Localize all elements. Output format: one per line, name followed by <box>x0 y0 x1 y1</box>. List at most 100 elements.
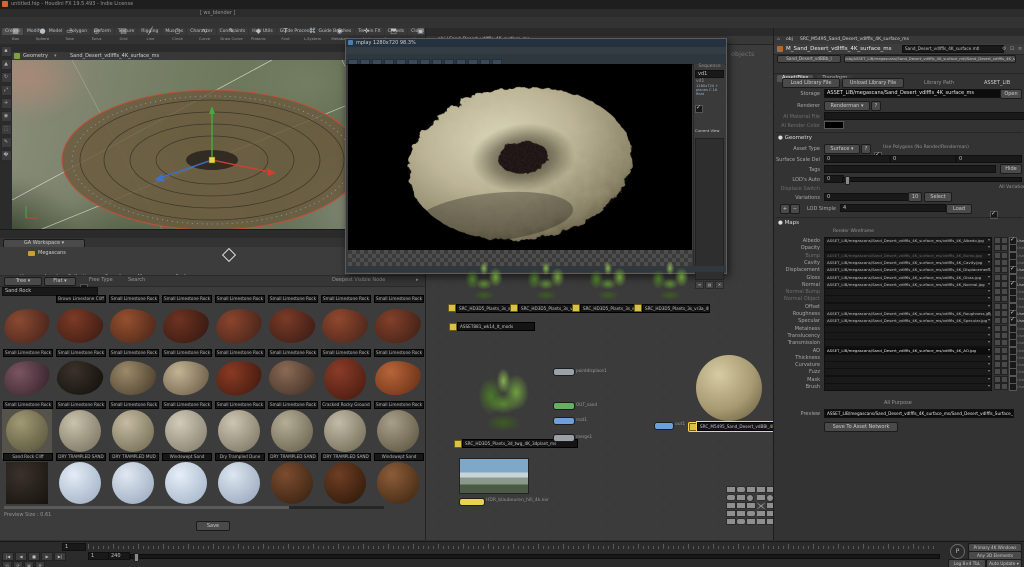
map-expand-icon[interactable]: ▾ <box>988 259 990 264</box>
sphere-node-thumbnail[interactable] <box>696 355 762 421</box>
node-shape-option[interactable] <box>746 502 756 509</box>
map-file-browse-icon[interactable] <box>994 259 1001 266</box>
tree-view-dropdown[interactable]: Tree ▾ <box>4 277 42 286</box>
current-frame-field[interactable]: 1 <box>62 543 86 551</box>
translate-tool-icon[interactable]: ▲ <box>1 59 12 70</box>
viewport-node-path[interactable]: Sand_Desert_vdlffls_4K_surface_ms <box>70 53 159 59</box>
surface-scale-field[interactable]: 0 <box>890 155 956 163</box>
map-reload-icon[interactable] <box>1001 288 1008 295</box>
node-shape-option[interactable] <box>726 494 736 501</box>
network-node-chip[interactable] <box>553 402 575 410</box>
browser-item[interactable]: Small Limestone Rock <box>55 305 105 355</box>
map-file-browse-icon[interactable] <box>994 325 1001 332</box>
storage-field[interactable]: ASSET_LIB/megascans/Sand_Desert_vdlffls_… <box>824 89 1002 98</box>
browser-item[interactable] <box>161 461 211 505</box>
node-shape-option[interactable] <box>726 486 736 493</box>
geometry-section-header[interactable]: ● Geometry <box>778 135 812 141</box>
map-file-browse-icon[interactable] <box>994 303 1001 310</box>
browser-save-button[interactable]: Save <box>196 521 230 531</box>
map-expand-icon[interactable]: ▾ <box>988 332 990 337</box>
save-to-asset-network-button[interactable]: Save To Asset Network <box>824 422 898 432</box>
network-node[interactable]: SRC_HD3D5_Plants_3s_vr3a_4K_3dplant_ms <box>642 304 710 313</box>
node-shape-option[interactable] <box>756 502 766 510</box>
brush-tool-icon[interactable]: ✎ <box>1 137 12 148</box>
browser-item[interactable]: Dry Trampled Dune <box>214 409 264 459</box>
shelf-tool-lsystem[interactable]: ⌘L-System <box>299 26 326 41</box>
flat-view-dropdown[interactable]: Flat ▾ <box>44 277 76 286</box>
map-expand-icon[interactable]: ▾ <box>988 252 990 257</box>
shelf-tool-draw[interactable]: ✎Draw Curve <box>218 26 245 41</box>
map-file-browse-icon[interactable] <box>994 288 1001 295</box>
browser-item-selected[interactable]: Sand Rock Cliff <box>2 409 52 459</box>
map-reload-icon[interactable] <box>1001 317 1008 324</box>
lods-auto-value[interactable]: 0 <box>824 175 844 183</box>
map-file-browse-icon[interactable] <box>994 347 1001 354</box>
map-expand-icon[interactable]: ▾ <box>988 295 990 300</box>
menu-icon[interactable]: ≡ <box>1018 46 1022 52</box>
load-library-button[interactable]: Load Library File <box>782 78 840 88</box>
browser-item[interactable]: DRY TRAMPLED SAND <box>267 409 317 459</box>
node-shape-option[interactable] <box>746 486 756 493</box>
map-expand-icon[interactable]: ▾ <box>988 237 990 242</box>
surface-scale-field[interactable]: 0 <box>824 155 890 163</box>
map-file-browse-icon[interactable] <box>994 252 1001 259</box>
lod-load-button[interactable]: Load <box>946 204 972 214</box>
node-shape-option[interactable] <box>726 502 736 509</box>
parameter-breadcrumb-root[interactable]: obj <box>786 37 793 42</box>
browser-item[interactable]: Small Limestone Rock <box>373 305 423 355</box>
map-reload-icon[interactable] <box>1001 310 1008 317</box>
browser-item[interactable]: Small Limestone Rock <box>373 357 423 407</box>
plant-texture-thumbnail[interactable] <box>517 257 575 302</box>
map-file-browse-icon[interactable] <box>994 237 1001 244</box>
map-file-browse-icon[interactable] <box>994 376 1001 383</box>
map-file-browse-icon[interactable] <box>994 310 1001 317</box>
mplay-sequence-dropdown[interactable]: vd1 <box>695 70 724 78</box>
browser-item[interactable]: Small Limestone Rock <box>214 357 264 407</box>
network-node-selected[interactable]: SRC_M5495_Sand_Desert_vdBBl_4K_surface_m… <box>697 422 779 431</box>
map-reload-icon[interactable] <box>1001 274 1008 281</box>
node-shape-option[interactable] <box>736 510 746 517</box>
map-reload-icon[interactable] <box>1001 383 1008 390</box>
node-shape-option[interactable] <box>736 518 746 525</box>
map-file-browse-icon[interactable] <box>994 339 1001 346</box>
map-reload-icon[interactable] <box>1001 266 1008 273</box>
browser-item[interactable]: Windswept Sand <box>373 409 423 459</box>
node-shape-option[interactable] <box>726 518 736 525</box>
map-reload-icon[interactable] <box>1001 361 1008 368</box>
network-node-chip[interactable] <box>654 422 674 430</box>
browser-item[interactable]: Small Limestone Rock <box>55 357 105 407</box>
preview-field[interactable]: ASSET_LIB/megascans/Sand_Desert_vdlffls_… <box>824 409 1014 418</box>
browser-item[interactable] <box>2 461 52 505</box>
node-shape-option[interactable] <box>736 486 746 493</box>
asset-type-help-button[interactable]: ? <box>861 144 871 154</box>
map-expand-icon[interactable]: ▾ <box>988 376 990 381</box>
expand-arrow-icon[interactable]: ▸ <box>416 277 419 283</box>
parameter-breadcrumb-node[interactable]: SRC_M5495_Sand_Desert_vdlffls_4K_surface… <box>800 37 909 42</box>
browser-item[interactable]: Small Limestone Rock <box>161 305 211 355</box>
browser-item[interactable]: Small Limestone Rock <box>2 305 52 355</box>
map-file-browse-icon[interactable] <box>994 266 1001 273</box>
plant-texture-thumbnail[interactable] <box>455 257 513 302</box>
network-node[interactable]: ASSET881_wk14_lt_mods <box>457 322 535 331</box>
map-reload-icon[interactable] <box>1001 237 1008 244</box>
snap-tool-icon[interactable]: ◉ <box>1 111 12 122</box>
map-reload-icon[interactable] <box>1001 332 1008 339</box>
map-file-browse-icon[interactable] <box>994 332 1001 339</box>
gear-icon[interactable]: ⚙ <box>1002 46 1006 52</box>
mplay-sidebar-button[interactable]: ✕ <box>715 281 724 289</box>
status-dial[interactable]: P <box>950 544 965 559</box>
browser-item[interactable]: Cracked Rocky Ground <box>320 357 370 407</box>
maps-section-header[interactable]: ● Maps <box>778 220 799 226</box>
browser-item[interactable] <box>320 461 370 505</box>
handle-tool-icon[interactable]: ✛ <box>1 98 12 109</box>
browser-item[interactable]: Small Limestone Rock <box>267 305 317 355</box>
playbar-slider[interactable] <box>130 554 940 559</box>
open-button[interactable]: Open <box>1000 89 1022 99</box>
plant-texture-thumbnail[interactable] <box>641 257 699 302</box>
ai-color-swatch[interactable] <box>824 121 844 129</box>
map-file-browse-icon[interactable] <box>994 361 1001 368</box>
shelf-tool-line[interactable]: ╱Line <box>137 26 164 41</box>
asset-type-dropdown[interactable]: Surface ▾ <box>824 144 860 154</box>
playbar-option-icon[interactable]: ⟲ <box>2 561 12 567</box>
view-tool-icon[interactable]: � <box>1 150 12 161</box>
